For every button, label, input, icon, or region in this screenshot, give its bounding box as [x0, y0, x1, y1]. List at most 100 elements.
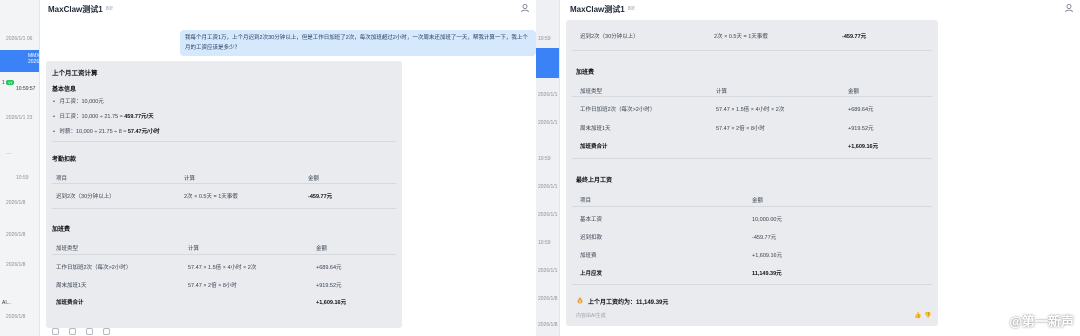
sidebar-item-label: 1	[2, 80, 5, 86]
divider	[52, 208, 396, 209]
copy-icon[interactable]	[52, 327, 59, 335]
sidebar-tag: Vt	[6, 80, 14, 85]
table-divider	[572, 96, 932, 97]
answer-card-continued: 迟到2次（30分钟以上） 2次 × 0.5天 = 1天事假 -459.77元 加…	[566, 20, 938, 326]
table-cell: 10,000.00元	[752, 217, 782, 223]
table-cell: 迟到2次（30分钟以上）	[580, 34, 639, 40]
table-header: 金额	[316, 246, 328, 252]
sidebar-item-time: 2026/1/1 09	[538, 120, 559, 126]
more-icon[interactable]	[103, 327, 110, 335]
sidebar-item-time: 2026/1/8	[538, 296, 558, 302]
user-settings-icon[interactable]	[1064, 3, 1074, 13]
table-cell: 迟到扣款	[580, 235, 603, 241]
right-sidebar: 10:59 2026/1/1 06 2026/1/1 09 10:59 2026…	[536, 0, 560, 336]
sidebar-item[interactable]: 2026/1/1 23	[0, 115, 39, 121]
sidebar-item[interactable]: 2026/1/1 06	[0, 36, 39, 42]
sidebar-item-time: 2026/1/1	[538, 184, 558, 190]
table-cell: 2次 × 0.5天 = 1天事假	[184, 194, 238, 200]
table-cell: +1,609.16元	[848, 144, 879, 150]
table-cell: +919.52元	[316, 283, 342, 289]
table-cell: 57.47 × 2倍 × 8小时	[188, 283, 237, 289]
table-header: 金额	[848, 89, 860, 95]
sidebar-item[interactable]: 2026/1/8	[0, 232, 39, 238]
table-cell: 工作日加班2次（每次>2小时）	[580, 107, 656, 113]
table-divider	[52, 183, 396, 184]
table-cell: -459.77元	[842, 34, 867, 40]
message-toolbar	[52, 326, 110, 336]
retry-icon[interactable]	[86, 327, 93, 335]
table-cell: 57.47 × 1.5倍 × 4小时 × 2次	[716, 107, 785, 113]
bullet-daily: 日工资：10,000 ÷ 21.75 ≈ 459.77元/天	[53, 112, 153, 120]
table-cell: 基本工资	[580, 217, 603, 223]
sidebar-item-active[interactable]: MMX 2026/1/1 06	[0, 50, 39, 72]
user-question-bubble: 我每个月工资1万，上个月迟到2次30分钟以上，但是工作日加班了2次，每次加班超过…	[180, 30, 536, 56]
left-sidebar: 2026/1/1 06 MMX 2026/1/1 06 1 Vt 10:59:5…	[0, 0, 40, 336]
bullet-hourly: 时薪：10,000 ÷ 21.75 ÷ 8 ≈ 57.47元/小时	[53, 127, 159, 135]
sidebar-item[interactable]: ....	[0, 150, 39, 156]
table-cell: 57.47 × 1.5倍 × 4小时 × 2次	[188, 265, 257, 271]
like-icon[interactable]: 👍	[914, 312, 921, 319]
chat-title-sub: 80f	[627, 6, 635, 12]
sidebar-item-active[interactable]	[536, 48, 559, 78]
watermark: @第一新声	[1009, 314, 1074, 329]
sidebar-item-time: 10:59	[538, 240, 551, 246]
divider	[572, 284, 932, 285]
chat-header: MaxClaw测试1 80f	[40, 0, 536, 18]
sidebar-item-time: 10:59:57	[16, 86, 36, 92]
table-cell: 加班费合计	[56, 300, 84, 306]
table-header: 金额	[752, 198, 764, 204]
sidebar-item-time: 2026/1/1	[538, 268, 558, 274]
table-cell: +1,609.16元	[316, 300, 347, 306]
sidebar-item-time: 2026/1/1 06	[538, 92, 559, 98]
bullet-monthly: 月工资：10,000元	[53, 97, 103, 105]
table-cell: -459.77元	[752, 235, 777, 241]
table-cell: 工作日加班2次（每次>2小时）	[56, 265, 132, 271]
table-cell: +1,609.16元	[752, 253, 783, 259]
table-header: 计算	[716, 89, 728, 95]
table-cell: +919.52元	[848, 126, 874, 132]
attendance-title: 考勤扣款	[52, 157, 77, 163]
table-cell: 2次 × 0.5天 = 1天事假	[714, 34, 768, 40]
ai-generated-note: 内容由AI生成	[576, 313, 606, 319]
section-title: 上个月工资计算	[52, 70, 98, 77]
sidebar-item-time: 2026/1/1 06	[28, 59, 39, 65]
table-divider	[52, 254, 396, 255]
table-cell: 加班费合计	[580, 144, 608, 150]
sidebar-item[interactable]: AI...	[0, 300, 39, 306]
dislike-icon[interactable]: 👎	[924, 312, 931, 319]
left-chat-pane: MaxClaw测试1 80f 我每个月工资1万，上个月迟到2次30分钟以上，但是…	[40, 0, 536, 336]
table-header: 加班类型	[56, 246, 79, 252]
user-settings-icon[interactable]	[520, 3, 530, 13]
table-cell: -459.77元	[308, 194, 333, 200]
answer-card: 上个月工资计算 基本信息 月工资：10,000元 日工资：10,000 ÷ 21…	[46, 61, 402, 328]
screenshot-stage: 2026/1/1 06 MMX 2026/1/1 06 1 Vt 10:59:5…	[0, 0, 1080, 336]
right-chat-pane: MaxClaw测试1 80f 迟到2次（30分钟以上） 2次 × 0.5天 = …	[560, 0, 1080, 336]
table-header: 计算	[188, 246, 200, 252]
sidebar-item[interactable]: 2026/1/8	[0, 262, 39, 268]
result-text: 上个月工资约为：11,149.39元	[588, 300, 669, 306]
chat-title: MaxClaw测试1	[48, 4, 103, 14]
sidebar-item[interactable]: 2026/1/8	[0, 200, 39, 206]
divider	[572, 158, 932, 159]
chat-header: MaxClaw测试1 80f	[560, 0, 1080, 18]
table-cell: 周末加班1天	[56, 283, 87, 289]
final-salary-title: 最终上月工资	[576, 178, 613, 184]
table-header: 项目	[56, 176, 68, 182]
sidebar-item[interactable]: 10:59	[0, 175, 39, 181]
divider	[52, 141, 396, 142]
sidebar-item-time: 10:59	[538, 36, 551, 42]
table-cell: 11,149.39元	[752, 271, 782, 277]
table-header: 计算	[184, 176, 196, 182]
svg-text:$: $	[579, 299, 581, 303]
table-header: 项目	[580, 198, 592, 204]
sidebar-item-time: 2026/1/8	[6, 314, 26, 320]
sidebar-item[interactable]: 1 Vt 10:59:57	[0, 80, 39, 92]
share-icon[interactable]	[69, 327, 76, 335]
table-cell: 周末加班1天	[580, 126, 611, 132]
table-cell: 迟到2次（30分钟以上）	[56, 194, 115, 200]
sidebar-item-time: 2026/1/1	[538, 212, 558, 218]
table-header: 加班类型	[580, 89, 603, 95]
table-cell: 上月应发	[580, 271, 603, 277]
sidebar-item-time: 2026/1/8	[538, 322, 558, 328]
table-cell: 57.47 × 2倍 × 8小时	[716, 126, 765, 132]
